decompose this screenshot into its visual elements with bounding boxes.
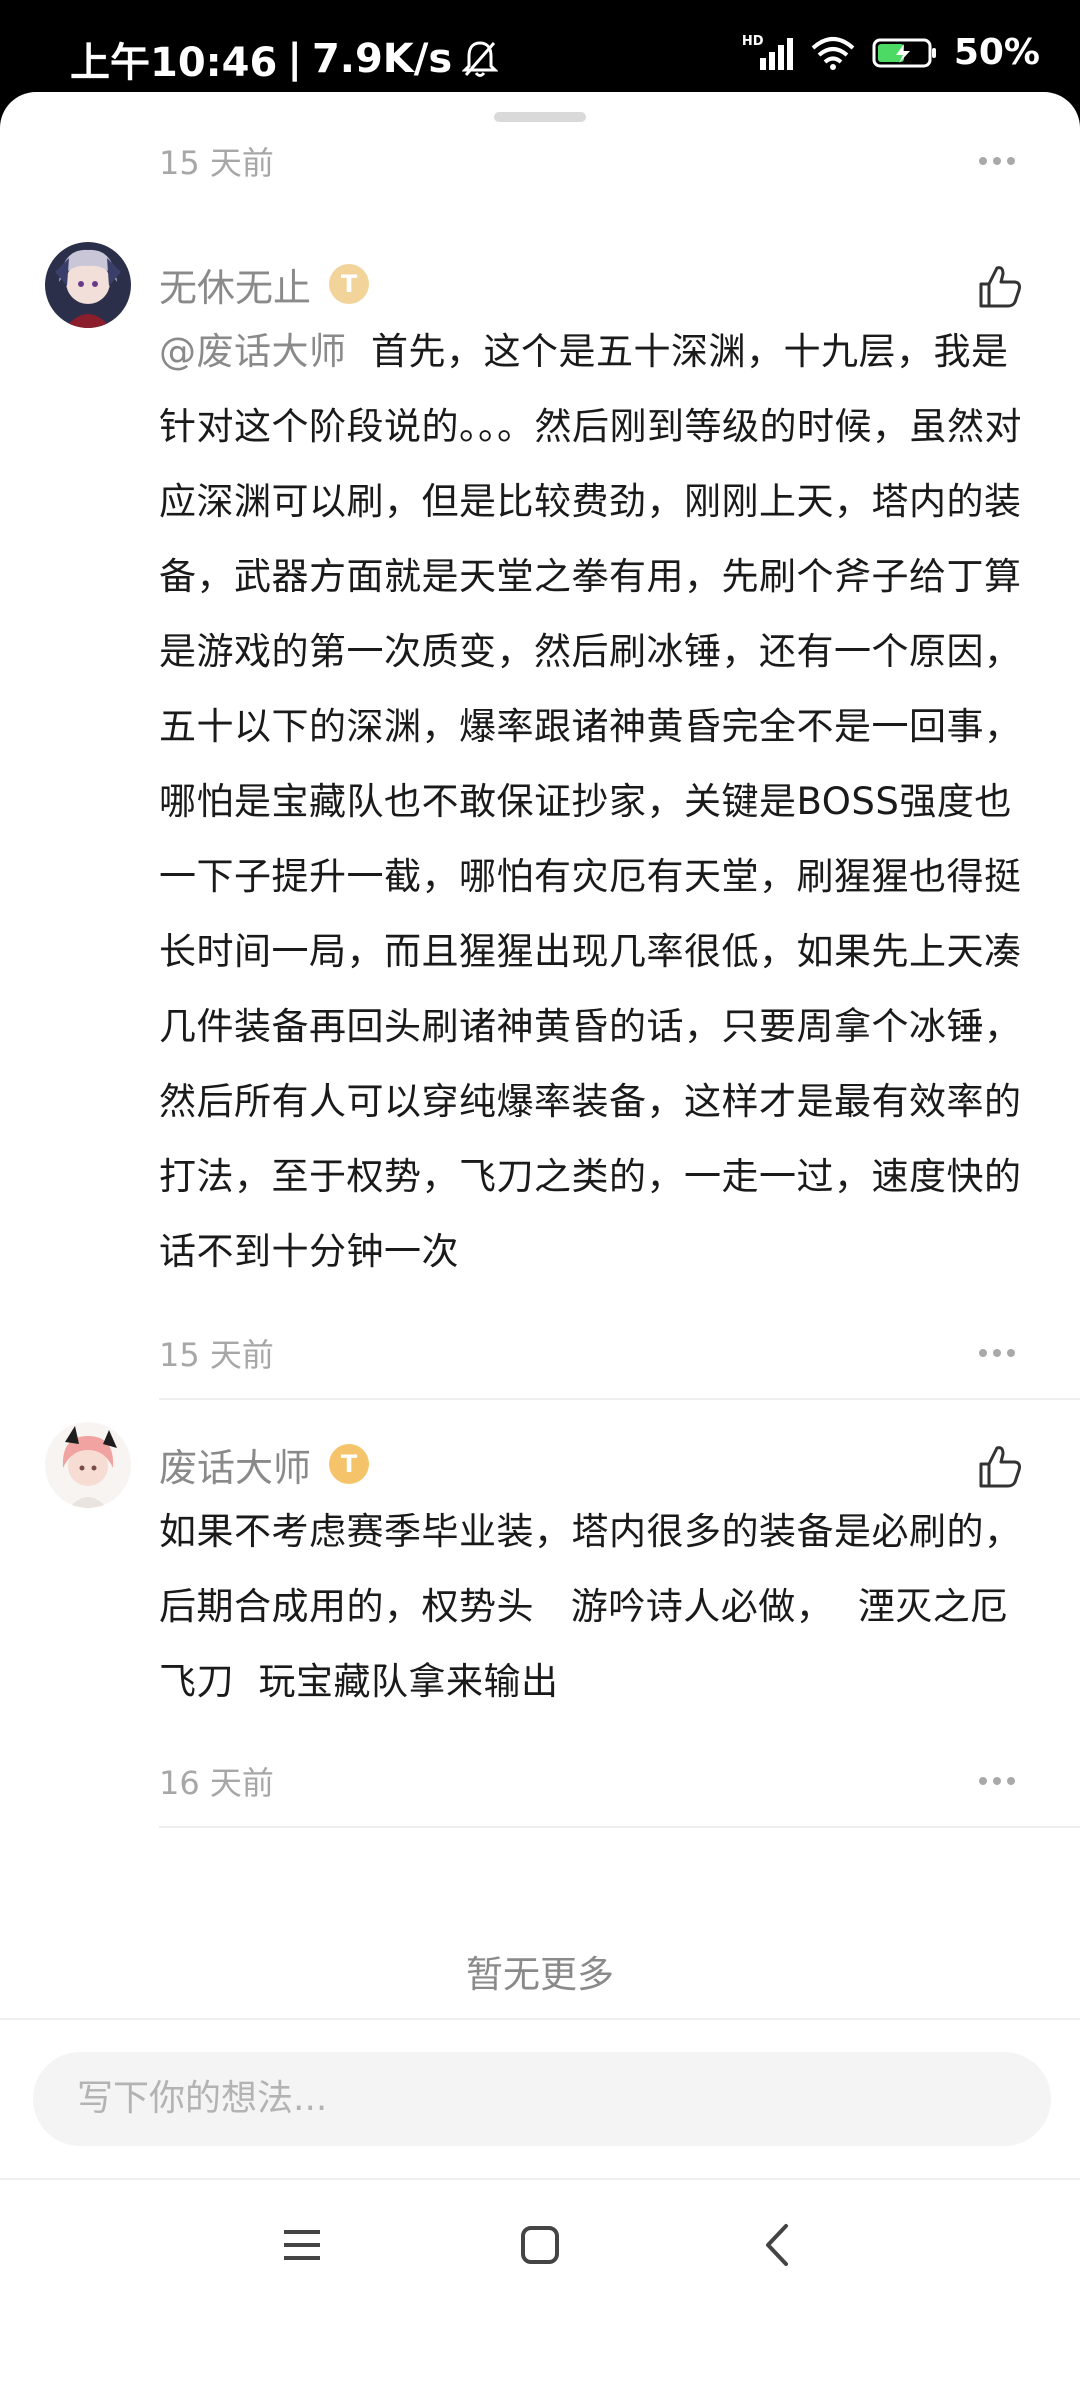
- avatar[interactable]: [45, 1422, 131, 1508]
- comment-content: 首先，这个是五十深渊，十九层，我是针对这个阶段说的。。。然后刚到等级的时候，虽然…: [159, 330, 1022, 1273]
- comment-header: 无休无止 T: [159, 254, 370, 314]
- network-type: HD: [741, 33, 764, 49]
- comment-meta: 16 天前: [159, 1756, 1039, 1806]
- comment-time: 15 天前: [159, 144, 274, 182]
- thumbs-up-icon[interactable]: [975, 262, 1025, 312]
- signal-icon: HD: [741, 33, 794, 70]
- comment-header: 废话大师 T: [159, 1434, 370, 1494]
- badge-label: T: [340, 270, 358, 298]
- divider: [159, 1398, 1080, 1400]
- comment-content: 如果不考虑赛季毕业装，塔内很多的装备是必刷的，后期合成用的，权势头 游吟诗人必做…: [159, 1510, 1033, 1703]
- no-more-text: 暂无更多: [466, 1953, 614, 1996]
- comment-input-bar: 写下你的想法...: [0, 2018, 1080, 2180]
- status-bar: 上午10:46 | 7.9K/s HD 50%: [0, 0, 1080, 100]
- more-icon[interactable]: [979, 157, 1039, 165]
- comment-text: @废话大师 首先，这个是五十深渊，十九层，我是针对这个阶段说的。。。然后刚到等级…: [159, 314, 1039, 1289]
- status-time: 上午10:46: [70, 40, 278, 86]
- level-badge-icon: T: [329, 264, 370, 304]
- previous-comment-meta: 15 天前: [159, 136, 1039, 186]
- system-nav-bar: [0, 2178, 1080, 2310]
- wifi-icon: [811, 36, 855, 70]
- mention-link[interactable]: @废话大师: [159, 330, 347, 373]
- thumbs-up-icon[interactable]: [975, 1442, 1025, 1492]
- avatar[interactable]: [45, 242, 131, 328]
- level-badge-icon: T: [329, 1444, 370, 1484]
- comment-text: 如果不考虑赛季毕业装，塔内很多的装备是必刷的，后期合成用的，权势头 游吟诗人必做…: [159, 1494, 1039, 1719]
- more-icon[interactable]: [979, 1777, 1039, 1785]
- status-separator: |: [287, 36, 302, 82]
- comment-meta: 15 天前: [159, 1328, 1039, 1378]
- bell-muted-icon: [462, 41, 499, 77]
- comment-time: 16 天前: [159, 1764, 274, 1802]
- divider: [159, 1826, 1080, 1828]
- username[interactable]: 无休无止: [159, 257, 311, 312]
- status-left: 上午10:46 | 7.9K/s: [70, 30, 499, 88]
- back-icon[interactable]: [748, 2220, 808, 2270]
- drag-handle[interactable]: [494, 112, 586, 122]
- network-speed: 7.9K/s: [311, 36, 453, 82]
- battery-icon: [872, 38, 936, 67]
- status-right: HD 50%: [742, 32, 1040, 73]
- comment-time: 15 天前: [159, 1336, 274, 1374]
- comment-input[interactable]: 写下你的想法...: [33, 2052, 1051, 2146]
- menu-icon[interactable]: [272, 2220, 332, 2270]
- badge-label: T: [340, 1450, 358, 1478]
- home-icon[interactable]: [510, 2220, 570, 2270]
- username[interactable]: 废话大师: [159, 1437, 311, 1492]
- more-icon[interactable]: [979, 1349, 1039, 1357]
- battery-percent: 50%: [953, 32, 1040, 73]
